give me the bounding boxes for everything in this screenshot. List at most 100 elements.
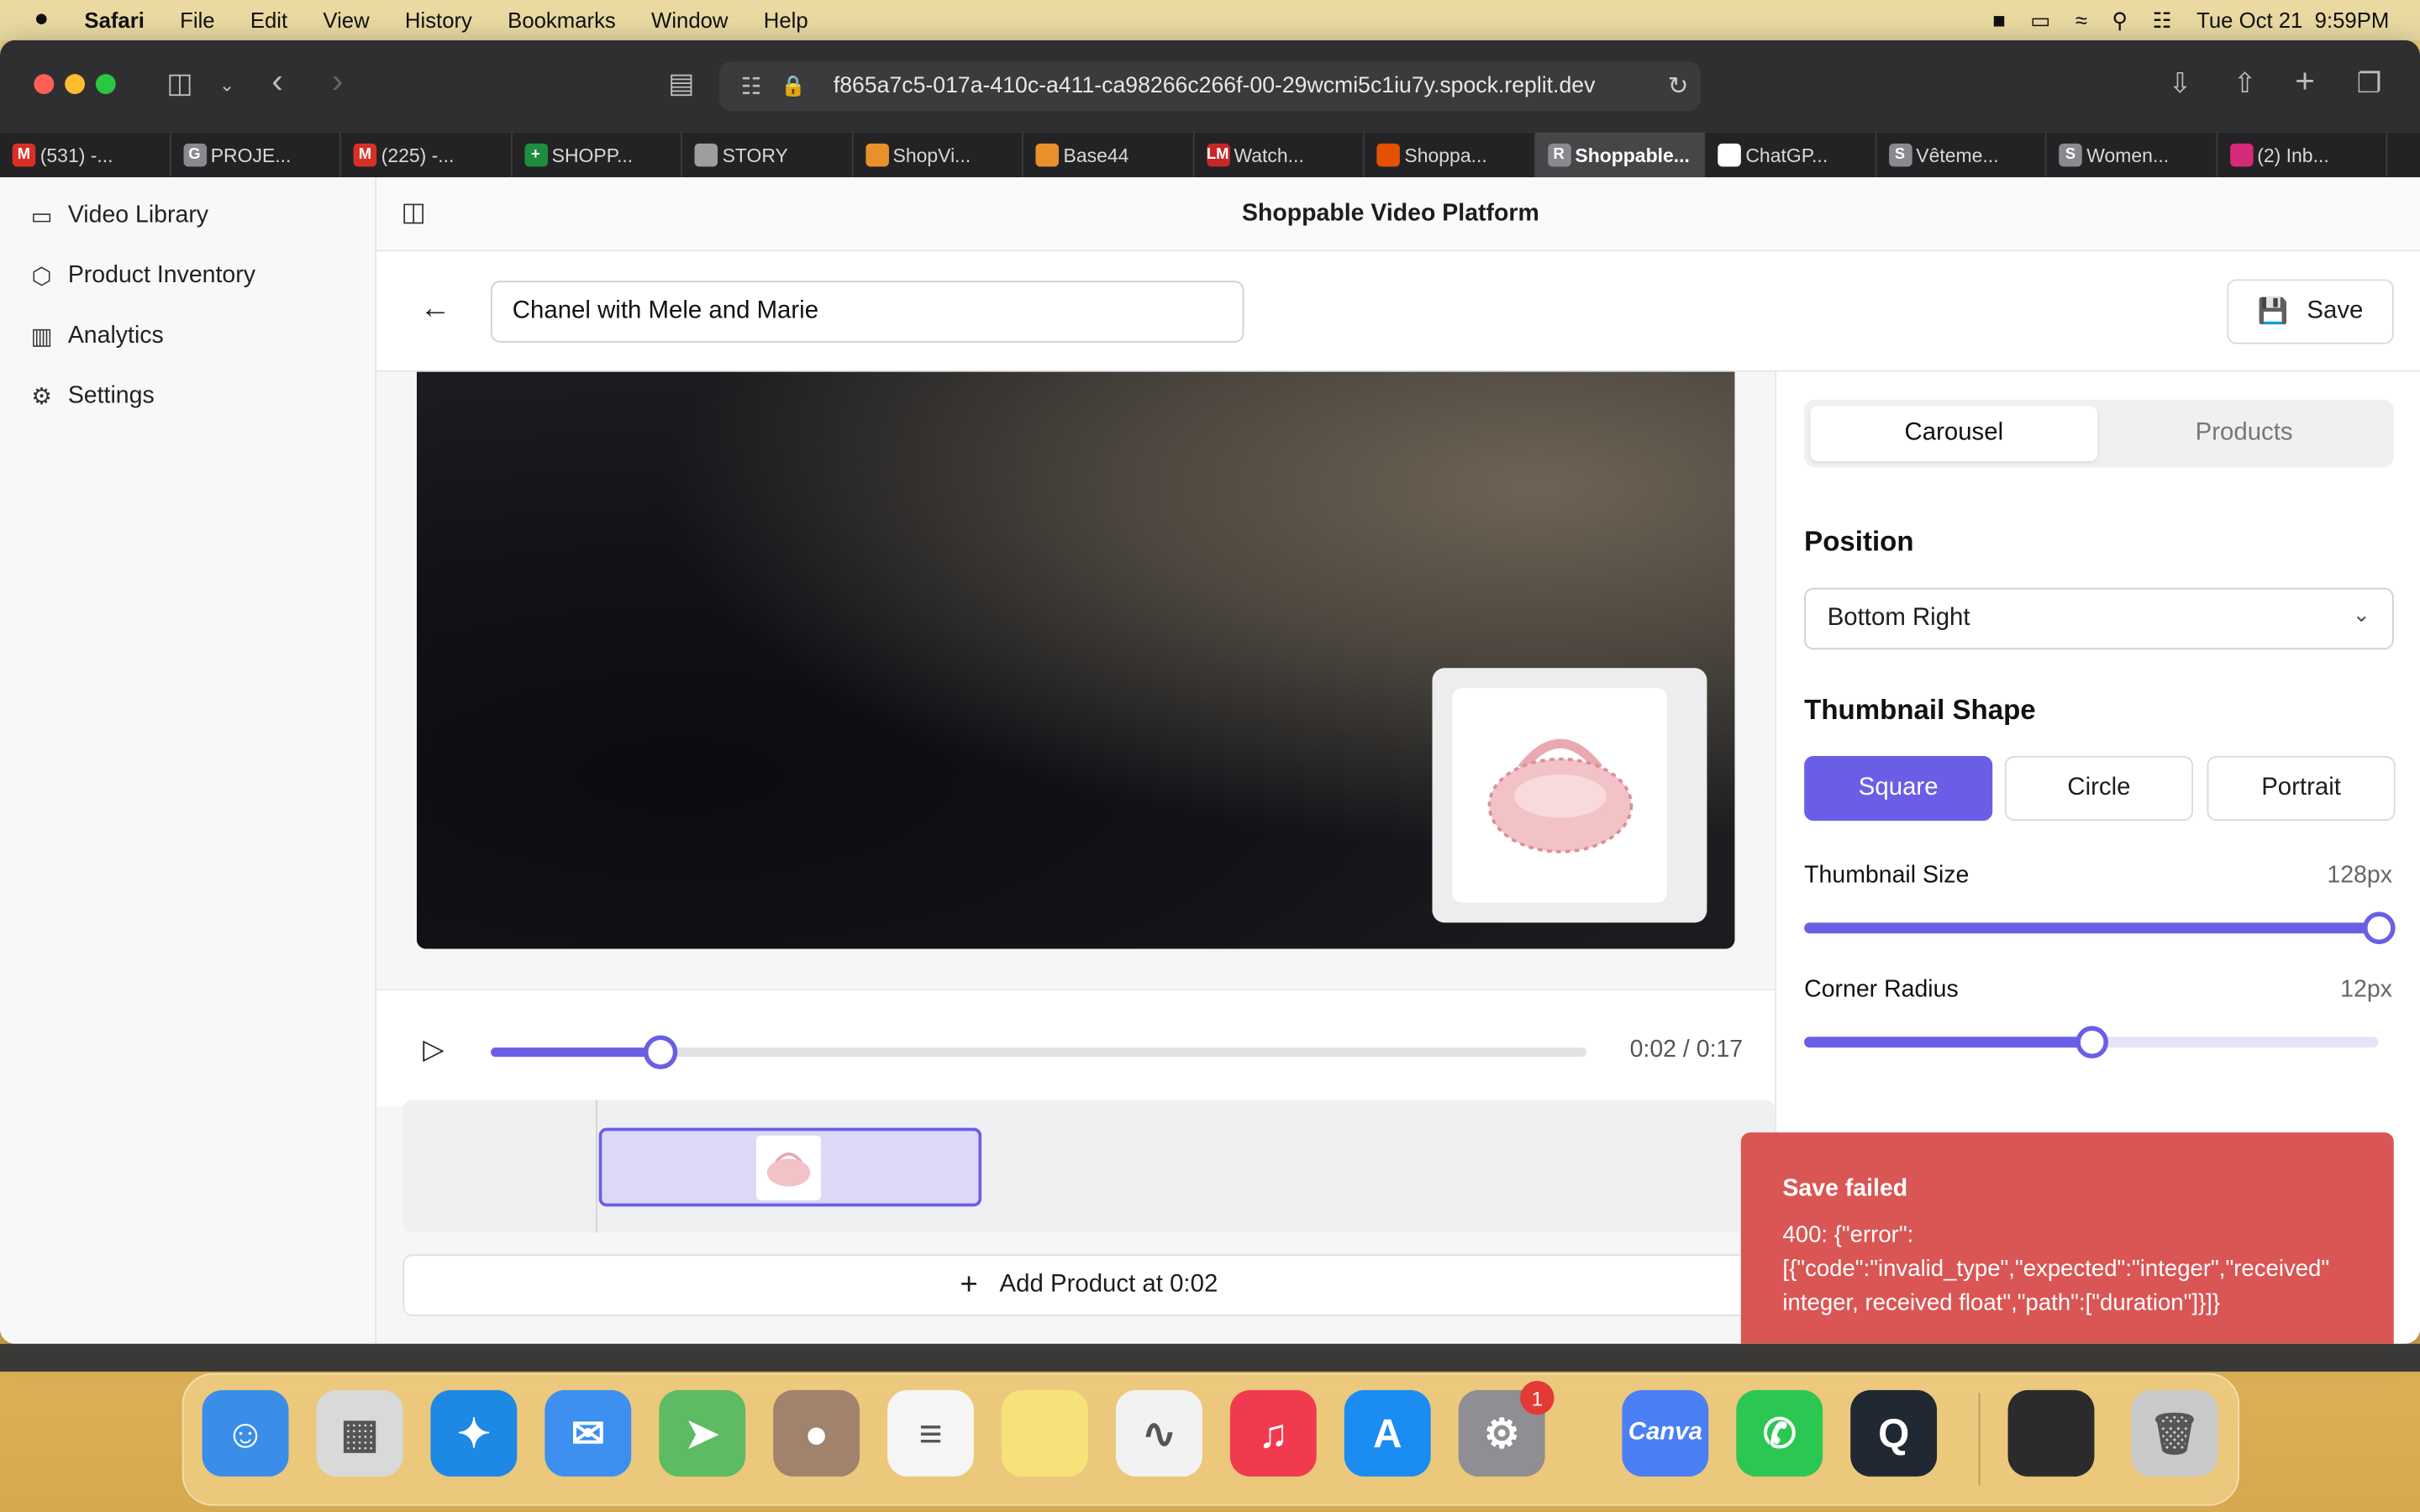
mail-icon[interactable]: ✉ xyxy=(544,1389,632,1477)
browser-tab[interactable]: Shoppa... xyxy=(1365,132,1535,178)
url-text[interactable]: f865a7c5-017a-410c-a411-ca98266c266f-00-… xyxy=(834,74,1596,98)
sidebar-item-product-inventory[interactable]: ⬡ Product Inventory xyxy=(28,260,255,293)
menu-app-name[interactable]: Safari xyxy=(84,8,144,32)
tab-products[interactable]: Products xyxy=(2101,406,2388,461)
progress-track[interactable] xyxy=(491,1035,1587,1069)
browser-tab[interactable]: M (225) -... xyxy=(341,132,512,178)
page-icon xyxy=(694,143,718,167)
browser-tab[interactable]: G PROJE... xyxy=(171,132,341,178)
play-icon[interactable]: ▷ xyxy=(423,1034,444,1067)
trash-icon[interactable]: 🗑 xyxy=(2131,1389,2218,1477)
position-select[interactable]: Bottom Right ⌄ xyxy=(1804,587,2394,650)
control-center-icon[interactable]: ☷ xyxy=(2153,7,2172,33)
menu-edit[interactable]: Edit xyxy=(250,8,287,32)
video-player[interactable] xyxy=(416,371,1735,949)
tab-carousel[interactable]: Carousel xyxy=(1810,406,2098,462)
shape-portrait-button[interactable]: Portrait xyxy=(2207,756,2396,822)
product-segment[interactable] xyxy=(598,1127,982,1207)
sidebar-toggle-icon[interactable]: ◫ xyxy=(166,68,192,101)
chatgpt-icon xyxy=(1718,143,1741,167)
browser-tab-label: ShopVi... xyxy=(892,144,971,166)
browser-tab[interactable]: M (531) -... xyxy=(0,132,171,178)
back-arrow-icon[interactable]: ← xyxy=(420,291,451,327)
minimize-window-button[interactable] xyxy=(65,74,86,95)
browser-tab[interactable]: S Women... xyxy=(2047,132,2217,178)
status-extension-icon[interactable]: ■ xyxy=(1992,8,2006,32)
screenshot-preview-icon[interactable] xyxy=(2007,1389,2095,1477)
safari-icon[interactable]: ✦ xyxy=(430,1389,518,1477)
sidebar-item-settings[interactable]: ⚙ Settings xyxy=(28,380,154,413)
browser-tab[interactable]: ShopVi... xyxy=(853,132,1023,178)
menu-file[interactable]: File xyxy=(180,8,214,32)
finder-icon[interactable]: ☺ xyxy=(202,1389,289,1477)
chevron-down-icon[interactable]: ⌄ xyxy=(219,74,234,96)
contacts-icon[interactable]: ● xyxy=(773,1389,860,1477)
sidebar-item-label: Product Inventory xyxy=(67,262,255,289)
corner-radius-handle[interactable] xyxy=(2075,1026,2108,1059)
apple-menu-icon[interactable]: ● xyxy=(34,6,49,34)
app-store-icon[interactable]: A xyxy=(1344,1389,1431,1477)
thumbnail-size-slider[interactable] xyxy=(1804,911,2396,945)
share-icon[interactable]: ⇧ xyxy=(2233,68,2257,101)
error-toast[interactable]: Save failed 400: {"error": [{"code":"inv… xyxy=(1740,1132,2394,1344)
browser-tab[interactable]: + SHOPP... xyxy=(512,132,682,178)
carousel-thumbnail-preview[interactable] xyxy=(1432,668,1707,923)
dock-separator xyxy=(1978,1393,1981,1486)
thumbnail-size-handle[interactable] xyxy=(2363,911,2396,945)
progress-handle[interactable] xyxy=(644,1035,678,1069)
browser-tab[interactable]: LM Watch... xyxy=(1194,132,1365,178)
downloads-icon[interactable]: ⇩ xyxy=(2169,68,2192,101)
status-battery-icon[interactable]: ▭ xyxy=(2030,7,2050,33)
maps-icon[interactable]: ➤ xyxy=(659,1389,746,1477)
canva-icon[interactable]: Canva xyxy=(1622,1389,1709,1477)
reader-icon[interactable]: ▤ xyxy=(668,68,694,101)
browser-tab[interactable]: ChatGP... xyxy=(1706,132,1876,178)
menu-help[interactable]: Help xyxy=(764,8,808,32)
tab-overview-icon[interactable]: ❐ xyxy=(2357,68,2382,101)
browser-toolbar: ◫ ⌄ ‹ › ▤ ☷ 🔒 f865a7c5-017a-410c-a411-ca… xyxy=(0,39,2420,133)
save-button[interactable]: 💾 Save xyxy=(2227,279,2394,344)
zoom-window-button[interactable] xyxy=(95,74,116,95)
video-name-input[interactable]: Chanel with Mele and Marie xyxy=(491,281,1244,343)
system-settings-icon[interactable]: ⚙ 1 xyxy=(1458,1380,1555,1477)
playback-controls: ▷ 0:02 / 0:17 xyxy=(376,989,1776,1106)
menu-view[interactable]: View xyxy=(323,8,369,32)
browser-tab[interactable]: STORY xyxy=(682,132,853,178)
page-settings-icon[interactable]: ☷ xyxy=(741,72,762,100)
browser-tab[interactable]: (2) Inb... xyxy=(2217,132,2388,178)
new-tab-icon[interactable]: + xyxy=(2295,61,2315,102)
forward-icon[interactable]: › xyxy=(332,61,343,102)
wifi-icon[interactable]: ≈ xyxy=(2075,8,2087,32)
back-icon[interactable]: ‹ xyxy=(271,61,282,102)
quicktime-icon[interactable]: Q xyxy=(1850,1389,1938,1477)
shape-square-button[interactable]: Square xyxy=(1804,756,1993,822)
browser-tab[interactable]: Base44 xyxy=(1023,132,1194,178)
timeline[interactable] xyxy=(402,1100,1776,1233)
menu-history[interactable]: History xyxy=(405,8,472,32)
reminders-icon[interactable]: ≡ xyxy=(887,1389,974,1477)
shape-circle-button[interactable]: Circle xyxy=(2004,756,2194,822)
corner-radius-label: Corner Radius xyxy=(1804,976,1959,1003)
reload-icon[interactable]: ↻ xyxy=(1668,71,1689,102)
notes-icon[interactable] xyxy=(1002,1389,1088,1477)
launchpad-icon[interactable]: ▦ xyxy=(316,1389,403,1477)
menu-bookmarks[interactable]: Bookmarks xyxy=(508,8,616,32)
music-icon[interactable]: ♫ xyxy=(1229,1389,1317,1477)
freeform-icon[interactable]: ∿ xyxy=(1115,1389,1202,1477)
close-window-button[interactable] xyxy=(34,74,55,95)
browser-tab-label: Shoppa... xyxy=(1404,144,1487,166)
panel-tabs: Carousel Products xyxy=(1804,399,2394,468)
browser-tab[interactable]: R Shoppable... xyxy=(1534,132,1706,178)
spotlight-search-icon[interactable]: ⚲ xyxy=(2112,7,2128,33)
sidebar-item-analytics[interactable]: ▥ Analytics xyxy=(28,319,164,353)
browser-tab[interactable]: S Vêteme... xyxy=(1876,132,2047,178)
add-product-button[interactable]: + Add Product at 0:02 xyxy=(402,1254,1776,1316)
corner-radius-slider[interactable] xyxy=(1804,1026,2379,1059)
menu-datetime[interactable]: Tue Oct 21 9:59PM xyxy=(2196,8,2389,32)
address-bar[interactable]: ☷ 🔒 f865a7c5-017a-410c-a411-ca98266c266f… xyxy=(718,61,1702,112)
menu-window[interactable]: Window xyxy=(651,8,728,32)
thumbnail-shape-label: Thumbnail Shape xyxy=(1804,694,2036,726)
whatsapp-icon[interactable]: ✆ xyxy=(1736,1389,1823,1477)
browser-tab-label: (225) -... xyxy=(381,144,455,166)
sidebar-item-video-library[interactable]: ▭ Video Library xyxy=(28,199,209,233)
